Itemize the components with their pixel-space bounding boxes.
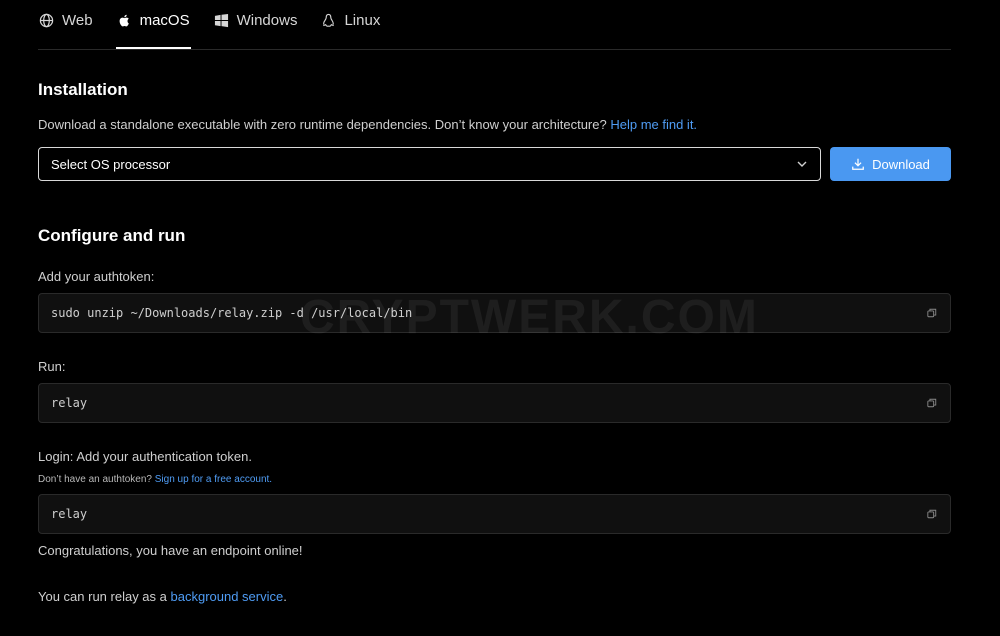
congrats-text: Congratulations, you have an endpoint on… bbox=[38, 543, 303, 558]
authtoken-label: Add your authtoken: bbox=[38, 269, 155, 284]
download-icon bbox=[852, 158, 864, 170]
help-find-link[interactable]: Help me find it. bbox=[610, 117, 697, 132]
chevron-down-icon bbox=[796, 158, 808, 170]
installation-description: Download a standalone executable with ze… bbox=[38, 117, 697, 132]
install-page: Web macOS Windows Linux Installation Dow… bbox=[0, 0, 1000, 636]
tab-windows[interactable]: Windows bbox=[213, 0, 299, 49]
installation-heading: Installation bbox=[38, 80, 128, 99]
run-code-block: relay bbox=[38, 383, 951, 423]
os-processor-select[interactable]: Select OS processor bbox=[38, 147, 821, 181]
description-text: Download a standalone executable with ze… bbox=[38, 117, 611, 132]
watermark: CRYPTWERK.COM bbox=[300, 291, 759, 344]
copy-icon[interactable] bbox=[926, 508, 938, 520]
login-label: Login: Add your authentication token. bbox=[38, 449, 252, 464]
no-authtoken-text: Don’t have an authtoken? Sign up for a f… bbox=[38, 474, 272, 485]
login-code-block: relay bbox=[38, 494, 951, 534]
no-token-text: Don’t have an authtoken? bbox=[38, 474, 155, 485]
os-tabs: Web macOS Windows Linux bbox=[38, 0, 951, 50]
copy-icon[interactable] bbox=[926, 397, 938, 409]
background-service-link[interactable]: background service bbox=[171, 589, 284, 604]
tab-macos[interactable]: macOS bbox=[115, 0, 191, 49]
select-placeholder: Select OS processor bbox=[51, 156, 171, 172]
tab-label: macOS bbox=[139, 11, 190, 29]
background-service-text: You can run relay as a background servic… bbox=[38, 589, 287, 604]
windows-icon bbox=[214, 13, 229, 28]
signup-link[interactable]: Sign up for a free account. bbox=[155, 474, 272, 485]
apple-icon bbox=[117, 13, 132, 28]
globe-icon bbox=[39, 13, 54, 28]
tab-web[interactable]: Web bbox=[38, 0, 94, 49]
background-suffix: . bbox=[283, 589, 287, 604]
tab-label: Linux bbox=[344, 11, 381, 29]
run-label: Run: bbox=[38, 359, 66, 374]
code-text[interactable]: relay bbox=[51, 396, 87, 410]
linux-icon bbox=[321, 13, 336, 28]
tab-linux[interactable]: Linux bbox=[320, 0, 381, 49]
download-label: Download bbox=[872, 156, 930, 172]
background-prefix: You can run relay as a bbox=[38, 589, 171, 604]
configure-heading: Configure and run bbox=[38, 226, 186, 245]
tab-label: Web bbox=[62, 11, 93, 29]
tab-label: Windows bbox=[236, 11, 298, 29]
copy-icon[interactable] bbox=[926, 307, 938, 319]
download-button[interactable]: Download bbox=[830, 147, 951, 181]
code-text[interactable]: relay bbox=[51, 507, 87, 521]
